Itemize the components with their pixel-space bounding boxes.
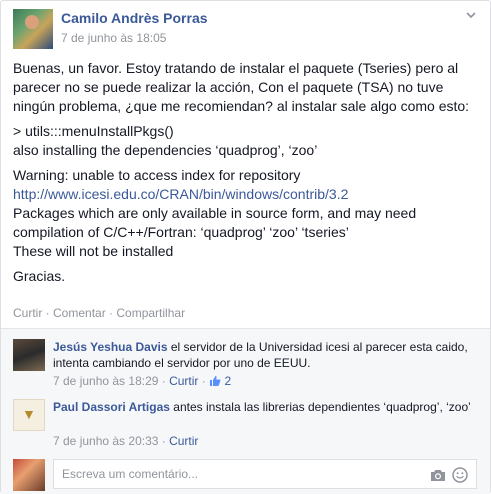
post-body: Buenas, un favor. Estoy tratando de inst… bbox=[13, 59, 481, 292]
warning-text: Warning: unable to access index for repo… bbox=[13, 167, 301, 183]
comment-meta: 7 de junho às 20:33 · Curtir bbox=[53, 434, 198, 448]
separator: · bbox=[198, 374, 210, 388]
comment-body: antes instala las librerias dependientes… bbox=[169, 400, 471, 414]
separator: · bbox=[105, 306, 117, 320]
post-author[interactable]: Camilo Andrès Porras bbox=[61, 10, 208, 26]
comments-section: Jesús Yeshua Davis el servidor de la Uni… bbox=[1, 328, 490, 494]
packages-text: Packages which are only available in sou… bbox=[13, 205, 417, 240]
separator: · bbox=[42, 306, 54, 320]
post-header: Camilo Andrès Porras 7 de junho às 18:05 bbox=[13, 9, 478, 49]
post-card: Camilo Andrès Porras 7 de junho às 18:05… bbox=[0, 0, 491, 494]
comment-time[interactable]: 7 de junho às 20:33 bbox=[53, 434, 158, 448]
chevron-down-icon[interactable] bbox=[464, 9, 478, 23]
comment-like-button[interactable]: Curtir bbox=[169, 434, 198, 448]
camera-icon[interactable] bbox=[430, 468, 446, 482]
comment-button[interactable]: Comentar bbox=[53, 306, 106, 320]
comment-meta: 7 de junho às 18:29 · Curtir · 2 bbox=[53, 374, 231, 388]
comment-input[interactable]: Escreva um comentário... bbox=[53, 459, 477, 489]
code-line: also installing the dependencies ‘quadpr… bbox=[13, 142, 318, 158]
like-button[interactable]: Curtir bbox=[13, 306, 42, 320]
separator: · bbox=[158, 434, 170, 448]
repository-link[interactable]: http://www.icesi.edu.co/CRAN/bin/windows… bbox=[13, 186, 348, 202]
author-avatar[interactable] bbox=[13, 9, 53, 49]
warning-block: Warning: unable to access index for repo… bbox=[13, 166, 481, 261]
comment-item: Paul Dassori Artigas antes instala las l… bbox=[13, 399, 478, 449]
like-count-value: 2 bbox=[224, 374, 232, 388]
post-timestamp[interactable]: 7 de junho às 18:05 bbox=[61, 31, 166, 45]
emoji-icon[interactable] bbox=[452, 467, 468, 483]
commenter-avatar[interactable] bbox=[13, 339, 45, 371]
separator: · bbox=[158, 374, 170, 388]
comment-author[interactable]: Paul Dassori Artigas bbox=[53, 400, 170, 414]
comment-text-block: Jesús Yeshua Davis el servidor de la Uni… bbox=[53, 339, 473, 371]
commenter-avatar[interactable] bbox=[13, 399, 45, 431]
comment-author[interactable]: Jesús Yeshua Davis bbox=[53, 340, 168, 354]
not-installed-text: These will not be installed bbox=[13, 243, 174, 259]
share-button[interactable]: Compartilhar bbox=[116, 306, 185, 320]
comment-text-block: Paul Dassori Artigas antes instala las l… bbox=[53, 399, 473, 415]
thanks-text: Gracias. bbox=[13, 268, 66, 284]
post-actions: Curtir · Comentar · Compartilhar bbox=[13, 306, 185, 320]
comment-like-count[interactable]: 2 bbox=[209, 374, 231, 388]
comment-time[interactable]: 7 de junho às 18:29 bbox=[53, 374, 158, 388]
comment-placeholder: Escreva um comentário... bbox=[62, 467, 199, 481]
comment-composer: Escreva um comentário... bbox=[13, 459, 478, 491]
code-block: > utils:::menuInstallPkgs() also install… bbox=[13, 122, 481, 160]
comment-like-button[interactable]: Curtir bbox=[169, 374, 198, 388]
post-paragraph: Buenas, un favor. Estoy tratando de inst… bbox=[13, 60, 470, 114]
code-line: > utils:::menuInstallPkgs() bbox=[13, 123, 174, 139]
thumbs-up-icon bbox=[210, 376, 221, 386]
current-user-avatar bbox=[13, 459, 45, 491]
comment-item: Jesús Yeshua Davis el servidor de la Uni… bbox=[13, 339, 478, 389]
